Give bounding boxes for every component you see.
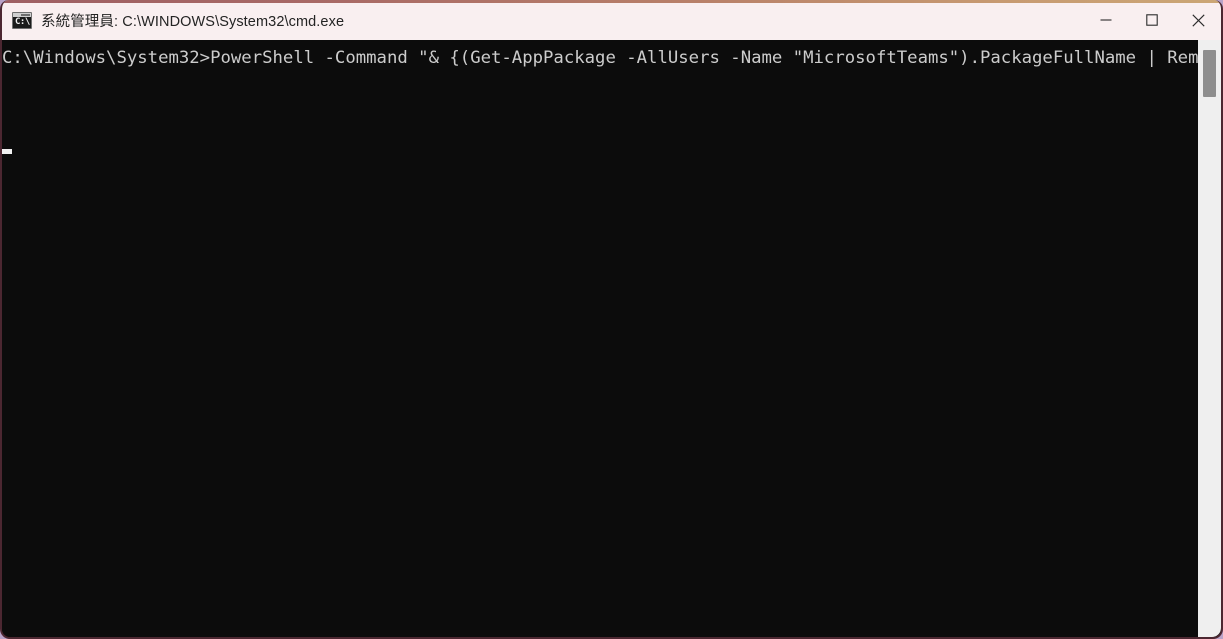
console-text: C:\Windows\System32>PowerShell -Command … [2, 48, 1221, 68]
window-title: 系統管理員: C:\WINDOWS\System32\cmd.exe [41, 13, 345, 30]
window-controls [1083, 0, 1221, 40]
title-bar[interactable]: C:\ 系統管理員: C:\WINDOWS\System32\cmd.exe [2, 0, 1221, 40]
maximize-icon [1146, 14, 1158, 26]
console-scrollbar[interactable] [1198, 40, 1221, 637]
maximize-button[interactable] [1129, 0, 1175, 40]
console-scrollbar-thumb[interactable] [1203, 50, 1216, 97]
minimize-button[interactable] [1083, 0, 1129, 40]
minimize-icon [1100, 19, 1112, 21]
cmd-console-icon: C:\ [12, 11, 32, 29]
close-button[interactable] [1175, 0, 1221, 40]
console-caret [2, 149, 12, 154]
cmd-icon-prompt-glyph: C:\ [15, 16, 30, 27]
window-accent-border [2, 0, 1221, 3]
close-icon [1191, 13, 1205, 27]
cmd-window: C:\ 系統管理員: C:\WINDOWS\System32\cmd.exe C… [0, 0, 1223, 639]
console-output-area[interactable]: C:\Windows\System32>PowerShell -Command … [2, 40, 1221, 637]
